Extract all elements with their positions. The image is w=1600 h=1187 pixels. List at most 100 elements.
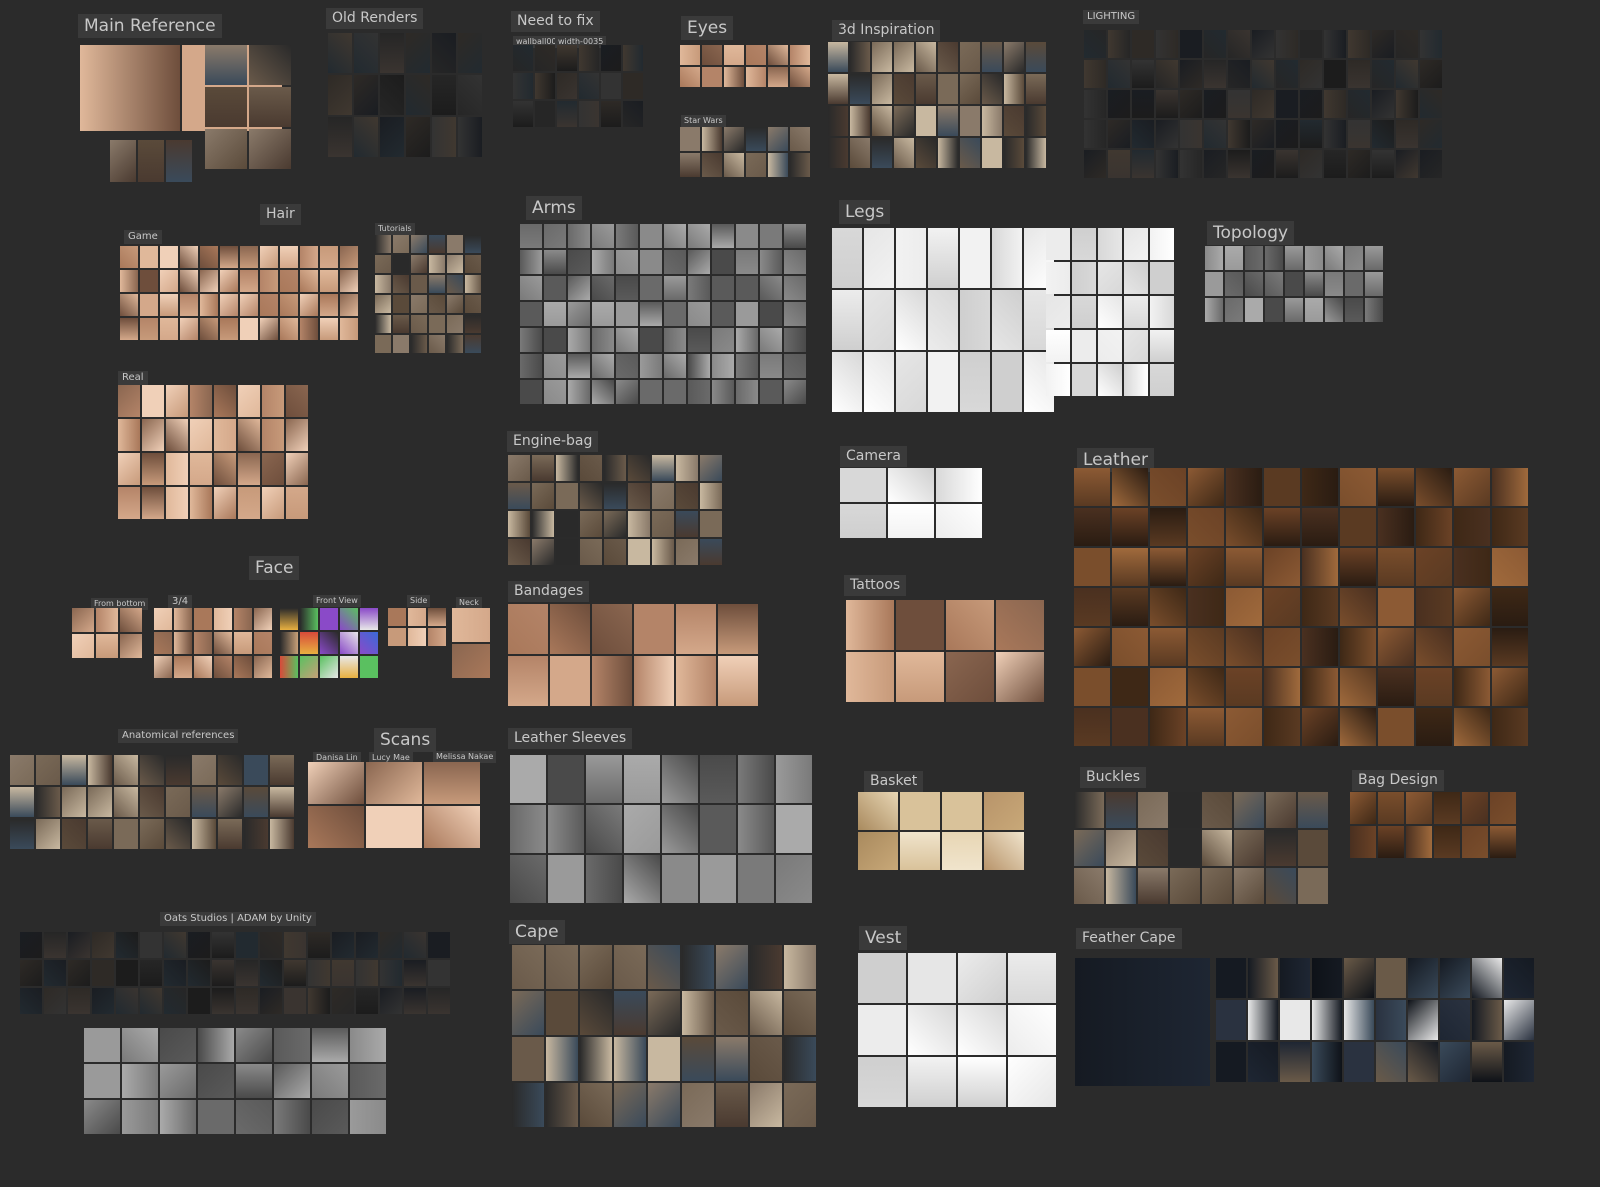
thumbnail-image[interactable] (428, 608, 446, 626)
thumbnail-image[interactable] (205, 87, 247, 127)
label-hair[interactable]: Hair (260, 204, 301, 225)
thumbnail-image[interactable] (1156, 60, 1178, 88)
thumbnail-image[interactable] (896, 352, 926, 412)
thumbnail-image[interactable] (688, 250, 710, 274)
thumbnail-image[interactable] (1416, 708, 1452, 746)
thumbnail-image[interactable] (702, 67, 722, 87)
thumbnail-image[interactable] (1205, 298, 1223, 322)
thumbnail-image[interactable] (1132, 90, 1154, 118)
thumbnail-image[interactable] (532, 483, 554, 509)
thumbnail-image[interactable] (240, 270, 258, 292)
thumbnail-image[interactable] (738, 805, 774, 853)
thumbnail-image[interactable] (1234, 868, 1264, 904)
face-neck-images[interactable] (452, 608, 492, 680)
thumbnail-image[interactable] (992, 228, 1022, 288)
thumbnail-image[interactable] (428, 988, 450, 1014)
thumbnail-image[interactable] (1180, 150, 1202, 178)
thumbnail-image[interactable] (682, 1037, 714, 1081)
thumbnail-image[interactable] (535, 45, 555, 71)
thumbnail-image[interactable] (1072, 330, 1096, 362)
face-three-quarter-images[interactable] (154, 608, 274, 683)
thumbnail-image[interactable] (1454, 708, 1490, 746)
thumbnail-image[interactable] (1302, 508, 1338, 546)
thumbnail-image[interactable] (648, 991, 680, 1035)
thumbnail-image[interactable] (1276, 120, 1298, 148)
thumbnail-image[interactable] (858, 832, 898, 870)
thumbnail-image[interactable] (616, 276, 638, 300)
thumbnail-image[interactable] (220, 318, 238, 340)
thumbnail-image[interactable] (784, 991, 816, 1035)
thumbnail-image[interactable] (198, 1028, 234, 1062)
thumbnail-image[interactable] (546, 1037, 578, 1081)
label-topology[interactable]: Topology (1207, 221, 1295, 246)
thumbnail-image[interactable] (700, 539, 722, 565)
thumbnail-image[interactable] (1492, 548, 1528, 586)
thumbnail-image[interactable] (406, 75, 430, 115)
thumbnail-image[interactable] (1234, 792, 1264, 828)
thumbnail-image[interactable] (1324, 90, 1346, 118)
thumbnail-image[interactable] (1132, 60, 1154, 88)
thumbnail-image[interactable] (1420, 120, 1442, 148)
thumbnail-image[interactable] (846, 600, 894, 650)
thumbnail-image[interactable] (1420, 90, 1442, 118)
thumbnail-image[interactable] (1264, 548, 1300, 586)
thumbnail-image[interactable] (568, 328, 590, 352)
thumbnail-image[interactable] (1298, 792, 1328, 828)
thumbnail-image[interactable] (1302, 668, 1338, 706)
thumbnail-image[interactable] (1150, 508, 1186, 546)
thumbnail-image[interactable] (916, 74, 936, 104)
thumbnail-image[interactable] (320, 270, 338, 292)
thumbnail-image[interactable] (1340, 628, 1376, 666)
thumbnail-image[interactable] (592, 604, 632, 654)
thumbnail-image[interactable] (262, 385, 284, 417)
thumbnail-image[interactable] (1340, 668, 1376, 706)
thumbnail-image[interactable] (254, 656, 272, 678)
thumbnail-image[interactable] (628, 511, 650, 537)
thumbnail-image[interactable] (510, 755, 546, 803)
thumbnail-image[interactable] (180, 270, 198, 292)
thumbnail-image[interactable] (652, 483, 674, 509)
star-wars-images[interactable] (680, 127, 815, 182)
thumbnail-image[interactable] (984, 792, 1024, 830)
thumbnail-image[interactable] (236, 932, 258, 958)
thumbnail-image[interactable] (592, 380, 614, 404)
thumbnail-image[interactable] (160, 294, 178, 316)
thumbnail-image[interactable] (1276, 30, 1298, 58)
thumbnail-image[interactable] (680, 127, 700, 151)
thumbnail-image[interactable] (1202, 868, 1232, 904)
thumbnail-image[interactable] (1350, 792, 1376, 824)
thumbnail-image[interactable] (1252, 60, 1274, 88)
thumbnail-image[interactable] (592, 302, 614, 326)
thumbnail-image[interactable] (114, 787, 138, 817)
thumbnail-image[interactable] (776, 805, 812, 853)
label-feather-cape[interactable]: Feather Cape (1076, 928, 1182, 949)
thumbnail-image[interactable] (154, 656, 172, 678)
thumbnail-image[interactable] (180, 246, 198, 268)
thumbnail-image[interactable] (284, 932, 306, 958)
thumbnail-image[interactable] (62, 819, 86, 849)
thumbnail-image[interactable] (760, 302, 782, 326)
label-vest[interactable]: Vest (859, 926, 908, 951)
thumbnail-image[interactable] (894, 138, 914, 168)
thumbnail-image[interactable] (682, 1083, 714, 1127)
thumbnail-image[interactable] (640, 380, 662, 404)
thumbnail-image[interactable] (850, 106, 870, 136)
buckles-images[interactable] (1074, 792, 1329, 920)
label-side[interactable]: Side (407, 595, 431, 607)
thumbnail-image[interactable] (205, 129, 247, 169)
thumbnail-image[interactable] (429, 235, 445, 253)
thumbnail-image[interactable] (750, 991, 782, 1035)
thumbnail-image[interactable] (1245, 272, 1263, 296)
thumbnail-image[interactable] (1406, 792, 1432, 824)
label-real[interactable]: Real (118, 371, 148, 385)
thumbnail-image[interactable] (544, 354, 566, 378)
thumbnail-image[interactable] (1372, 90, 1394, 118)
thumbnail-image[interactable] (1170, 868, 1200, 904)
thumbnail-image[interactable] (628, 483, 650, 509)
thumbnail-image[interactable] (1492, 668, 1528, 706)
thumbnail-image[interactable] (212, 932, 234, 958)
thumbnail-image[interactable] (1248, 1000, 1278, 1040)
thumbnail-image[interactable] (1378, 508, 1414, 546)
anatomical-references-images[interactable] (10, 755, 300, 870)
thumbnail-image[interactable] (1298, 830, 1328, 866)
